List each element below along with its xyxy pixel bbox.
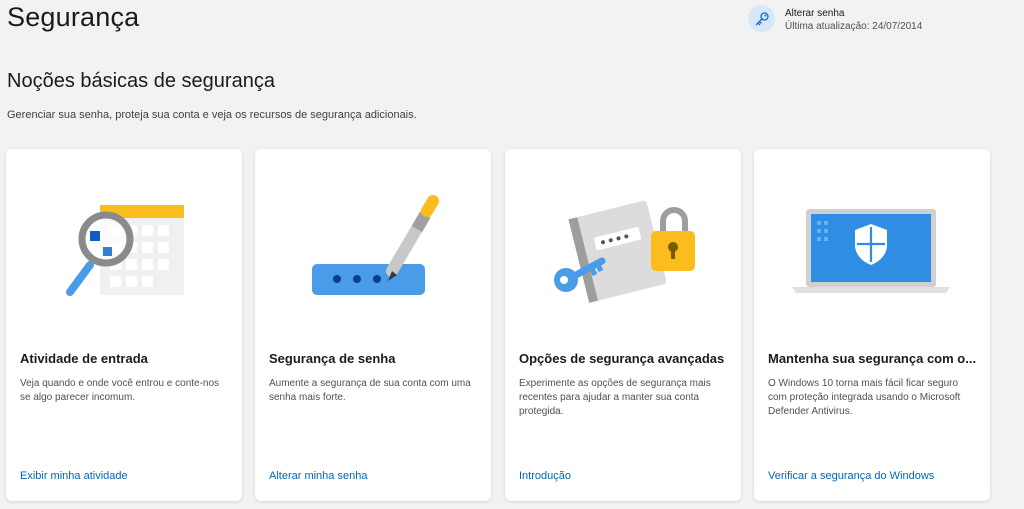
calendar-magnifier-icon [6,149,242,339]
get-started-link[interactable]: Introdução [519,470,571,482]
change-password-link[interactable]: Alterar minha senha [269,470,367,482]
card-sign-in-activity: Atividade de entrada Veja quando e onde … [6,149,242,501]
last-updated-text: Última atualização: 24/07/2014 [785,21,923,32]
card-description: Aumente a segurança de sua conta com uma… [269,378,471,403]
change-password-label: Alterar senha [785,8,845,19]
section-title: Noções básicas de segurança [7,70,275,92]
laptop-shield-icon [754,149,990,339]
page-title: Segurança [7,2,140,32]
card-description: Experimente as opções de segurança mais … [519,378,711,417]
card-title: Opções de segurança avançadas [519,351,725,366]
card-advanced-security: Opções de segurança avançadas Experiment… [505,149,741,501]
card-description: Veja quando e onde você entrou e conte-n… [20,378,220,403]
card-title: Atividade de entrada [20,351,148,366]
card-title: Mantenha sua segurança com o... [768,351,977,366]
check-windows-security-link[interactable]: Verificar a segurança do Windows [768,470,934,482]
card-description: O Windows 10 torna mais fácil ficar segu… [768,378,961,417]
change-password-widget[interactable]: Alterar senha Última atualização: 24/07/… [748,5,922,33]
notebook-lock-key-icon [505,149,741,339]
key-icon [748,5,775,32]
section-description: Gerenciar sua senha, proteja sua conta e… [7,109,417,121]
view-activity-link[interactable]: Exibir minha atividade [20,470,128,482]
password-pen-icon [255,149,491,339]
card-title: Segurança de senha [269,351,396,366]
card-password-security: Segurança de senha Aumente a segurança d… [255,149,491,501]
card-windows-security: Mantenha sua segurança com o... O Window… [754,149,990,501]
